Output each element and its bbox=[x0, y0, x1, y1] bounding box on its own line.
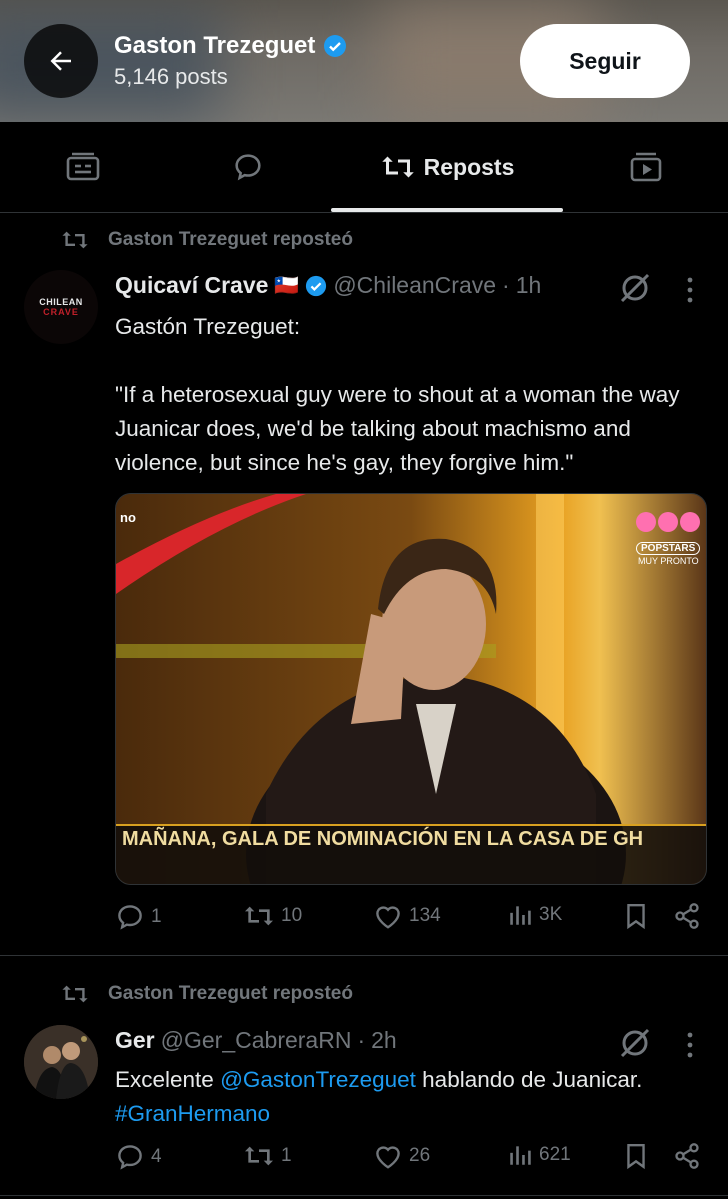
post-actions: 1 10 134 3K bbox=[115, 902, 705, 942]
repost-label: Gaston Trezeguet reposteó bbox=[108, 229, 353, 250]
more-options-icon[interactable] bbox=[678, 1030, 702, 1060]
repost-count: 1 bbox=[281, 1145, 292, 1166]
profile-header: Gaston Trezeguet 5,146 posts Seguir bbox=[0, 0, 728, 122]
post-text: Gastón Trezeguet: "If a heterosexual guy… bbox=[115, 314, 680, 475]
post-time[interactable]: 2h bbox=[371, 1027, 397, 1054]
video-brand: POPSTARS bbox=[636, 542, 701, 555]
view-count: 3K bbox=[539, 904, 563, 925]
like-count: 134 bbox=[409, 905, 441, 926]
repost-icon bbox=[381, 156, 414, 178]
share-button[interactable] bbox=[673, 902, 701, 930]
reply-icon bbox=[118, 1145, 142, 1170]
repost-button[interactable]: 10 bbox=[243, 902, 302, 930]
avatar-text-top: CHILEAN bbox=[39, 297, 83, 307]
video-corner-text: no bbox=[120, 510, 136, 525]
repost-count: 10 bbox=[281, 905, 303, 926]
grok-icon[interactable] bbox=[618, 271, 652, 305]
heart-icon bbox=[376, 906, 400, 929]
active-tab-indicator bbox=[331, 208, 563, 212]
hashtag-link[interactable]: #GranHermano bbox=[115, 1101, 270, 1126]
tab-media[interactable] bbox=[603, 122, 689, 212]
tab-reposts[interactable]: Reposts bbox=[360, 122, 534, 212]
verified-badge-icon bbox=[306, 275, 327, 296]
post-text-start: Excelente bbox=[115, 1067, 221, 1092]
share-icon bbox=[675, 1143, 699, 1169]
post-count: 5,146 posts bbox=[114, 64, 228, 89]
bookmark-button[interactable] bbox=[623, 1142, 649, 1170]
bookmark-icon bbox=[627, 1144, 645, 1170]
mention-link[interactable]: @GastonTrezeguet bbox=[220, 1067, 416, 1092]
bookmark-icon bbox=[627, 904, 645, 930]
reply-icon bbox=[118, 905, 142, 930]
more-options-icon[interactable] bbox=[678, 275, 702, 305]
follow-button[interactable]: Seguir bbox=[520, 24, 690, 98]
tab-reposts-label: Reposts bbox=[423, 153, 515, 180]
share-icon bbox=[675, 903, 699, 929]
tab-replies[interactable] bbox=[205, 122, 291, 212]
bookmark-button[interactable] bbox=[623, 902, 649, 930]
author-name[interactable]: Quicaví Crave bbox=[115, 272, 268, 299]
repost-icon bbox=[62, 231, 88, 249]
video-frame bbox=[116, 494, 706, 884]
highlights-icon bbox=[66, 152, 100, 181]
share-button[interactable] bbox=[673, 1142, 701, 1170]
reply-count: 1 bbox=[151, 906, 162, 927]
views-button[interactable]: 621 bbox=[507, 1142, 571, 1168]
heart-icon bbox=[376, 1146, 400, 1169]
analytics-icon bbox=[510, 1146, 531, 1165]
avatar[interactable] bbox=[24, 1025, 98, 1099]
post-actions: 4 1 26 621 bbox=[115, 1142, 705, 1182]
back-button[interactable] bbox=[24, 24, 98, 98]
author-handle[interactable]: @ChileanCrave bbox=[333, 272, 496, 299]
post-video[interactable]: no POPSTARS MUY PRONTO MAÑANA, GALA DE N… bbox=[115, 493, 707, 885]
verified-badge-icon bbox=[324, 35, 347, 57]
like-count: 26 bbox=[409, 1145, 431, 1166]
repost-icon bbox=[245, 1146, 273, 1166]
repost-icon bbox=[62, 985, 88, 1003]
avatar-photo bbox=[24, 1025, 98, 1099]
post-divider bbox=[0, 955, 728, 956]
post-divider bbox=[0, 1195, 728, 1196]
reply-button[interactable]: 4 bbox=[115, 1142, 162, 1172]
flag-icon: 🇨🇱 bbox=[274, 275, 300, 297]
post-text: Excelente @GastonTrezeguet hablando de J… bbox=[115, 1063, 710, 1131]
repost-label: Gaston Trezeguet reposteó bbox=[108, 983, 353, 1004]
profile-tabs: Reposts bbox=[0, 122, 728, 213]
avatar-text-bottom: CRAVE bbox=[43, 307, 79, 317]
post-time[interactable]: 1h bbox=[516, 272, 542, 299]
repost-button[interactable]: 1 bbox=[243, 1142, 292, 1170]
separator-dot: · bbox=[357, 1027, 366, 1053]
avatar[interactable]: CHILEAN CRAVE bbox=[24, 270, 98, 344]
profile-name: Gaston Trezeguet bbox=[114, 32, 347, 60]
post-meta: Ger @Ger_CabreraRN · 2h bbox=[115, 1027, 397, 1054]
like-button[interactable]: 134 bbox=[373, 902, 441, 930]
arrow-left-icon bbox=[50, 51, 71, 71]
author-name[interactable]: Ger bbox=[115, 1027, 155, 1054]
repost-icon bbox=[245, 906, 273, 926]
reply-count: 4 bbox=[151, 1146, 162, 1167]
repost-indicator: Gaston Trezeguet reposteó bbox=[60, 228, 353, 252]
video-caption: MAÑANA, GALA DE NOMINACIÓN EN LA CASA DE… bbox=[122, 828, 644, 850]
view-count: 621 bbox=[539, 1144, 571, 1165]
grok-icon[interactable] bbox=[618, 1026, 652, 1060]
post-meta: Quicaví Crave 🇨🇱 @ChileanCrave · 1h bbox=[115, 272, 541, 299]
profile-name-text: Gaston Trezeguet bbox=[114, 32, 316, 59]
tab-highlights[interactable] bbox=[40, 122, 126, 212]
repost-indicator: Gaston Trezeguet reposteó bbox=[60, 982, 353, 1006]
like-button[interactable]: 26 bbox=[373, 1142, 430, 1170]
author-handle[interactable]: @Ger_CabreraRN bbox=[161, 1027, 352, 1054]
video-brand-sub: MUY PRONTO bbox=[638, 556, 699, 566]
media-icon bbox=[630, 152, 662, 182]
replies-icon bbox=[235, 154, 261, 181]
analytics-icon bbox=[510, 906, 531, 925]
reply-button[interactable]: 1 bbox=[115, 902, 162, 932]
separator-dot: · bbox=[502, 272, 510, 298]
post-text-end: hablando de Juanicar. bbox=[415, 1067, 643, 1092]
views-button[interactable]: 3K bbox=[507, 902, 562, 928]
